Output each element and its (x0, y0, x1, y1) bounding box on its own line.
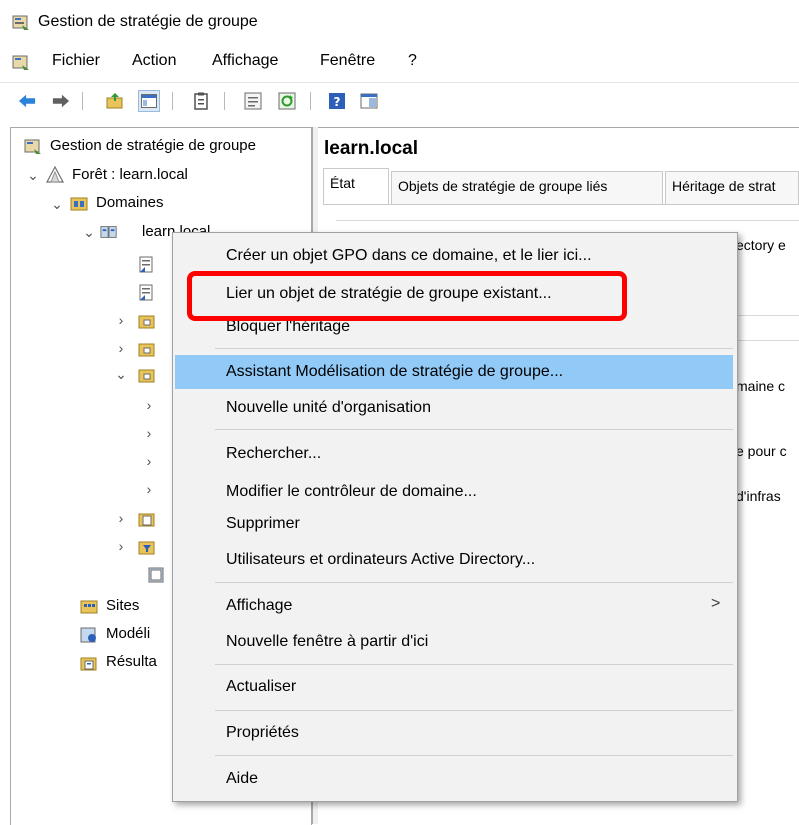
chevron-right-icon[interactable]: › (114, 510, 128, 526)
menu-item-refresh[interactable]: Actualiser (226, 678, 296, 696)
menu-item-properties[interactable]: Propriétés (226, 724, 299, 742)
tree-results-label[interactable]: Résulta (106, 653, 157, 670)
gpmc-root-icon (24, 137, 42, 155)
ou-folder-icon[interactable] (138, 366, 156, 384)
tab-etat-label: État (330, 175, 355, 191)
title-bar: Gestion de stratégie de groupe (0, 0, 799, 44)
menu-separator (215, 582, 733, 583)
toolbar-separator (82, 92, 83, 110)
chevron-down-icon[interactable]: ⌄ (82, 224, 96, 241)
tree-sites-label[interactable]: Sites (106, 597, 139, 614)
details-text-snippet: maine c (736, 378, 786, 394)
menu-item-modeling-wizard[interactable]: Assistant Modélisation de stratégie de g… (226, 363, 563, 381)
details-text-snippet: ectory e (736, 237, 786, 253)
domains-icon (70, 194, 88, 212)
properties-icon[interactable] (244, 92, 262, 110)
submenu-arrow-icon: > (711, 595, 721, 612)
tab-heritage[interactable]: Héritage de strat (665, 171, 799, 204)
menu-separator (215, 755, 733, 756)
tree-modeling-label[interactable]: Modéli (106, 625, 150, 642)
menu-item-new-window[interactable]: Nouvelle fenêtre à partir d'ici (226, 633, 428, 651)
menu-fichier[interactable]: Fichier (52, 52, 100, 70)
gpo-link-icon[interactable] (138, 284, 156, 302)
modeling-icon (80, 626, 98, 644)
tree-forest-label[interactable]: Forêt : learn.local (72, 166, 188, 183)
toolbar-separator (310, 92, 311, 110)
gpo-link-icon[interactable] (138, 256, 156, 274)
svg-text:?: ? (334, 95, 341, 109)
menu-separator (215, 429, 733, 430)
ou-folder-icon[interactable] (138, 340, 156, 358)
chevron-right-icon[interactable]: › (114, 340, 128, 356)
window-title: Gestion de stratégie de groupe (38, 13, 258, 30)
chevron-down-icon[interactable]: ⌄ (114, 366, 128, 383)
wmi-filter-icon[interactable] (138, 538, 156, 556)
content-divider (336, 220, 799, 221)
menu-action[interactable]: Action (132, 52, 176, 70)
forward-arrow-icon[interactable] (52, 92, 70, 110)
ou-folder-icon[interactable] (138, 312, 156, 330)
chevron-right-icon[interactable]: › (142, 397, 156, 413)
domain-icon (100, 223, 118, 241)
tab-gpo-lies-label: Objets de stratégie de groupe liés (398, 178, 608, 194)
menu-item-change-dc[interactable]: Modifier le contrôleur de domaine... (226, 483, 477, 501)
menu-bar (0, 44, 799, 83)
menu-item-search[interactable]: Rechercher... (226, 445, 321, 463)
details-text-snippet: e pour c (736, 443, 787, 459)
menu-separator (215, 710, 733, 711)
clipboard-icon[interactable] (192, 92, 210, 110)
tree-domains-label[interactable]: Domaines (96, 194, 164, 211)
action-pane-icon[interactable] (360, 92, 378, 110)
chevron-right-icon[interactable]: › (142, 481, 156, 497)
toolbar-separator (224, 92, 225, 110)
forest-icon (46, 166, 64, 184)
tab-etat[interactable]: État (323, 168, 389, 204)
menu-item-view[interactable]: Affichage (226, 597, 292, 615)
back-arrow-icon[interactable] (18, 92, 36, 110)
chevron-right-icon[interactable]: › (114, 538, 128, 554)
details-text-snippet: d'infras (736, 488, 781, 504)
menu-item-aduc[interactable]: Utilisateurs et ordinateurs Active Direc… (226, 551, 535, 569)
chevron-down-icon[interactable]: ⌄ (50, 196, 64, 213)
gpo-folder-icon[interactable] (138, 510, 156, 528)
toolbar-separator (172, 92, 173, 110)
menu-separator (215, 664, 733, 665)
sites-icon (80, 597, 98, 615)
results-icon (80, 654, 98, 672)
up-folder-icon[interactable] (106, 92, 124, 110)
menu-affichage[interactable]: Affichage (212, 52, 278, 70)
tab-gpo-lies[interactable]: Objets de stratégie de groupe liés (391, 171, 663, 204)
tree-root-label[interactable]: Gestion de stratégie de groupe (50, 137, 256, 154)
help-icon[interactable]: ? (328, 92, 346, 110)
chevron-right-icon[interactable]: › (142, 453, 156, 469)
starter-gpo-icon[interactable] (148, 566, 166, 584)
chevron-right-icon[interactable]: › (114, 312, 128, 328)
menu-help[interactable]: ? (408, 52, 417, 70)
details-title: learn.local (324, 138, 418, 159)
chevron-right-icon[interactable]: › (142, 425, 156, 441)
console-menu-icon[interactable] (12, 53, 30, 71)
menu-item-create-gpo[interactable]: Créer un objet GPO dans ce domaine, et l… (226, 247, 592, 265)
show-tree-icon[interactable] (138, 90, 160, 112)
gpmc-app-icon (12, 13, 30, 31)
menu-separator (215, 348, 733, 349)
menu-fenetre[interactable]: Fenêtre (320, 52, 375, 70)
refresh-icon[interactable] (278, 92, 296, 110)
menu-item-delete[interactable]: Supprimer (226, 515, 300, 533)
menu-item-help[interactable]: Aide (226, 770, 258, 788)
menu-item-new-ou[interactable]: Nouvelle unité d'organisation (226, 399, 431, 417)
chevron-down-icon[interactable]: ⌄ (26, 167, 40, 184)
tab-heritage-label: Héritage de strat (672, 178, 776, 194)
annotation-highlight-box (187, 271, 627, 321)
